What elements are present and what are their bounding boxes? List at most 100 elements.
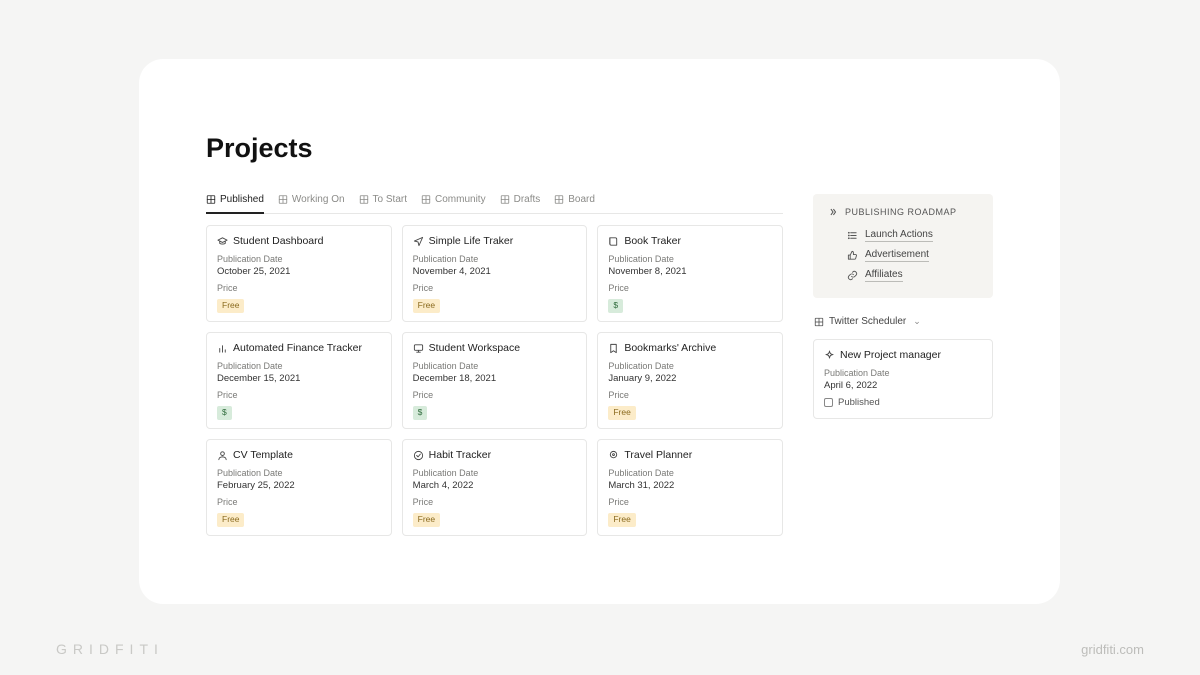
price-badge: $	[413, 406, 428, 420]
card-title: Habit Tracker	[429, 449, 491, 461]
sidecard-title: New Project manager	[840, 349, 941, 361]
pub-date-label: Publication Date	[413, 361, 577, 371]
price-badge: Free	[608, 406, 635, 420]
pub-date-value: November 4, 2021	[413, 266, 577, 277]
bookmark-icon	[608, 343, 619, 354]
project-card[interactable]: Bookmarks' Archive Publication Date Januar…	[597, 332, 783, 429]
graduation-cap-icon	[217, 236, 228, 247]
bar-chart-icon	[217, 343, 228, 354]
price-label: Price	[608, 283, 772, 293]
brand-url: gridfiti.com	[1081, 642, 1144, 657]
tab-drafts[interactable]: Drafts	[500, 194, 541, 214]
roadmap-item-label: Advertisement	[865, 249, 929, 262]
price-label: Price	[217, 283, 381, 293]
project-card[interactable]: Automated Finance Tracker Publication Dat…	[206, 332, 392, 429]
page-title: Projects	[206, 133, 993, 164]
link-icon	[847, 270, 858, 281]
card-title: CV Template	[233, 449, 293, 461]
roadmap-item-affiliates[interactable]: Affiliates	[847, 269, 979, 282]
view-tabs: Published Working On To Start Community Draf…	[206, 194, 783, 214]
pub-date-value: October 25, 2021	[217, 266, 381, 277]
card-title: Book Traker	[624, 235, 681, 247]
pub-date-label: Publication Date	[217, 254, 381, 264]
tab-to-start[interactable]: To Start	[359, 194, 407, 214]
pub-date-label: Publication Date	[413, 254, 577, 264]
roadmap-item-launch-actions[interactable]: Launch Actions	[847, 229, 979, 242]
list-icon	[847, 230, 858, 241]
card-title: Automated Finance Tracker	[233, 342, 362, 354]
card-title: Bookmarks' Archive	[624, 342, 716, 354]
table-icon	[206, 195, 216, 205]
sidecard-new-project[interactable]: New Project manager Publication Date Apr…	[813, 339, 993, 419]
roadmap-item-label: Affiliates	[865, 269, 903, 282]
price-label: Price	[217, 390, 381, 400]
expand-icon[interactable]	[827, 206, 838, 217]
pub-date-label: Publication Date	[608, 361, 772, 371]
table-icon	[359, 195, 369, 205]
sparkle-icon	[824, 350, 835, 361]
checkbox-icon	[824, 398, 833, 407]
tab-working-on[interactable]: Working On	[278, 194, 345, 214]
price-label: Price	[608, 497, 772, 507]
price-label: Price	[413, 497, 577, 507]
pub-date-value: January 9, 2022	[608, 373, 772, 384]
monitor-icon	[413, 343, 424, 354]
tab-label: To Start	[373, 194, 407, 205]
tab-label: Working On	[292, 194, 345, 205]
price-badge: $	[608, 299, 623, 313]
price-badge: $	[217, 406, 232, 420]
tab-published[interactable]: Published	[206, 194, 264, 214]
price-badge: Free	[217, 513, 244, 527]
pub-date-label: Publication Date	[217, 468, 381, 478]
card-title: Student Workspace	[429, 342, 520, 354]
pub-date-value: December 18, 2021	[413, 373, 577, 384]
price-label: Price	[217, 497, 381, 507]
chevron-down-icon: ⌄	[913, 316, 921, 327]
project-grid: Student Dashboard Publication Date October…	[206, 225, 783, 536]
pub-date-label: Publication Date	[217, 361, 381, 371]
project-card[interactable]: Student Dashboard Publication Date October…	[206, 225, 392, 322]
price-badge: Free	[217, 299, 244, 313]
project-card[interactable]: Student Workspace Publication Date Decembe…	[402, 332, 588, 429]
twitter-scheduler-toggle[interactable]: Twitter Scheduler ⌄	[813, 316, 993, 327]
pub-date-value: March 31, 2022	[608, 480, 772, 491]
pub-date-label: Publication Date	[608, 254, 772, 264]
card-title: Student Dashboard	[233, 235, 323, 247]
thumbs-up-icon	[847, 250, 858, 261]
tab-community[interactable]: Community	[421, 194, 486, 214]
table-icon	[278, 195, 288, 205]
project-card[interactable]: Simple Life TrakerPublication DateNovemb…	[402, 225, 588, 322]
table-icon	[500, 195, 510, 205]
app-window: Projects Published Working On To Start Comm…	[139, 59, 1060, 604]
user-icon	[217, 450, 228, 461]
project-card[interactable]: Habit Tracker Publication Date March 4, 20…	[402, 439, 588, 536]
pub-date-value: March 4, 2022	[413, 480, 577, 491]
card-title: Travel Planner	[624, 449, 692, 461]
pub-date-label: Publication Date	[824, 368, 982, 378]
roadmap-item-advertisement[interactable]: Advertisement	[847, 249, 979, 262]
price-badge: Free	[413, 513, 440, 527]
project-card[interactable]: Travel Planner Publication Date March 31, …	[597, 439, 783, 536]
pub-date-label: Publication Date	[413, 468, 577, 478]
tab-label: Community	[435, 194, 486, 205]
sidecard-date: April 6, 2022	[824, 380, 982, 391]
price-badge: Free	[413, 299, 440, 313]
table-icon	[813, 316, 824, 327]
table-icon	[421, 195, 431, 205]
pub-date-value: December 15, 2021	[217, 373, 381, 384]
project-card[interactable]: Book TrakerPublication DateNovember 8, 2…	[597, 225, 783, 322]
tab-label: Published	[220, 194, 264, 205]
roadmap-block: PUBLISHING ROADMAP Launch ActionsAdverti…	[813, 194, 993, 298]
price-label: Price	[413, 283, 577, 293]
pub-date-label: Publication Date	[608, 468, 772, 478]
price-label: Price	[608, 390, 772, 400]
brand-watermark: GRIDFITI	[56, 641, 164, 657]
tab-label: Drafts	[514, 194, 541, 205]
book-icon	[608, 236, 619, 247]
paper-plane-icon	[413, 236, 424, 247]
project-card[interactable]: CV TemplatePublication DateFebruary 25, …	[206, 439, 392, 536]
sidecard-status: Published	[824, 397, 982, 408]
tab-board[interactable]: Board	[554, 194, 595, 214]
pin-icon	[608, 450, 619, 461]
price-badge: Free	[608, 513, 635, 527]
